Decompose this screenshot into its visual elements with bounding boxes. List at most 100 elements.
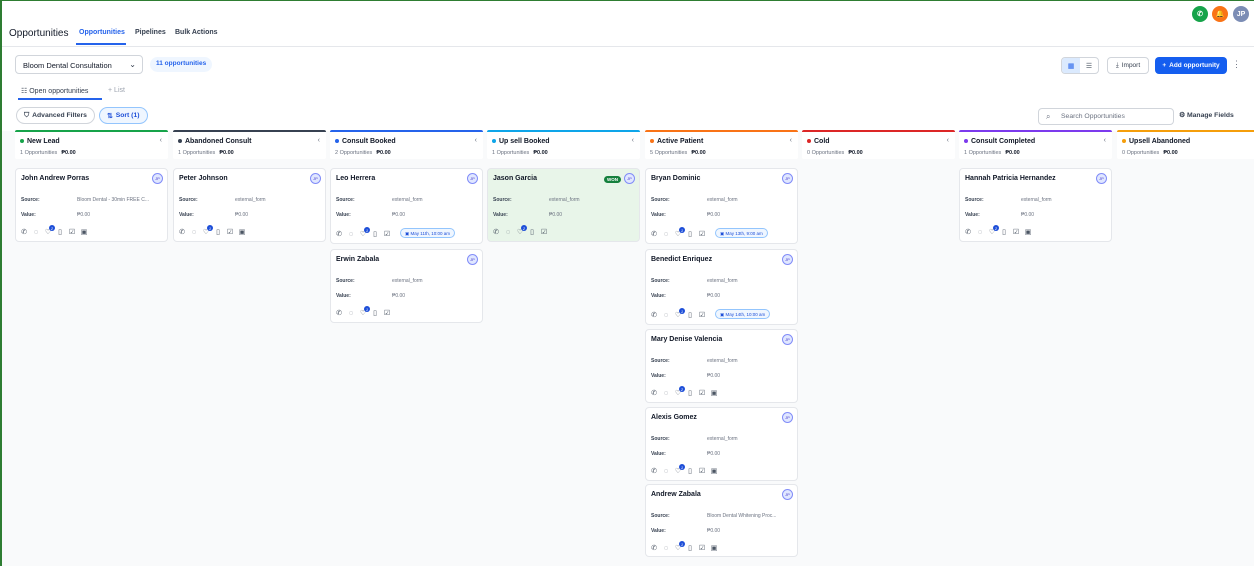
pipeline-select[interactable]: Bloom Dental Consultation ⌄ (15, 55, 143, 74)
tag-icon[interactable]: ♡ 2 (516, 225, 527, 236)
phone-icon[interactable]: ✆ (492, 228, 500, 236)
sort-button[interactable]: ⇅ Sort (1) (99, 107, 148, 124)
opportunity-card[interactable]: Alexis Gomez JP Source: external_form Va… (645, 407, 798, 481)
phone-icon[interactable]: ✆ (335, 309, 343, 317)
tag-icon[interactable]: ♡ 1 (359, 306, 370, 317)
more-options-icon[interactable]: ⋮ (1232, 59, 1241, 70)
calendar-icon[interactable]: ▣ (1024, 228, 1032, 236)
collapse-icon[interactable]: ‹ (632, 137, 634, 144)
calendar-icon[interactable]: ▣ (710, 389, 718, 397)
grid-view-icon[interactable]: ▦ (1062, 58, 1080, 73)
task-icon[interactable]: ☑ (226, 228, 234, 236)
phone-icon[interactable]: ✆ (650, 467, 658, 475)
document-icon[interactable]: ▯ (214, 228, 222, 236)
phone-icon[interactable]: ✆ (964, 228, 972, 236)
calendar-icon[interactable]: ▣ (238, 228, 246, 236)
list-view-icon[interactable]: ☰ (1080, 58, 1098, 73)
import-button[interactable]: ⤓ Import (1107, 57, 1149, 74)
phone-icon[interactable]: ✆ (650, 389, 658, 397)
chat-icon[interactable]: ◌ (347, 310, 355, 317)
document-icon[interactable]: ▯ (686, 389, 694, 397)
task-icon[interactable]: ☑ (698, 544, 706, 552)
phone-icon[interactable]: ✆ (335, 230, 343, 238)
opportunity-card[interactable]: Erwin Zabala JP Source: external_form Va… (330, 249, 483, 323)
collapse-icon[interactable]: ‹ (475, 137, 477, 144)
phone-icon[interactable]: ✆ (178, 228, 186, 236)
document-icon[interactable]: ▯ (686, 311, 694, 319)
document-icon[interactable]: ▯ (528, 228, 536, 236)
opportunity-card[interactable]: Hannah Patricia Hernandez JP Source: ext… (959, 168, 1112, 242)
opportunity-card[interactable]: Bryan Dominic JP Source: external_form V… (645, 168, 798, 244)
document-icon[interactable]: ▯ (686, 230, 694, 238)
document-icon[interactable]: ▯ (686, 544, 694, 552)
task-icon[interactable]: ☑ (383, 309, 391, 317)
tag-icon[interactable]: ♡ 1 (674, 308, 685, 319)
phone-icon[interactable]: ✆ (20, 228, 28, 236)
subtab-open-opportunities[interactable]: ☷ Open opportunities (21, 87, 88, 95)
subtab-add-list[interactable]: + List (108, 87, 125, 94)
appointment-pill[interactable]: ▣ May 14th, 10:00 am (715, 309, 771, 319)
chat-icon[interactable]: ◌ (662, 312, 670, 319)
chat-icon[interactable]: ◌ (976, 229, 984, 236)
chat-icon[interactable]: ◌ (347, 231, 355, 238)
calendar-icon[interactable]: ▣ (710, 544, 718, 552)
opportunity-card[interactable]: Mary Denise Valencia JP Source: external… (645, 329, 798, 403)
tag-icon[interactable]: ♡ 2 (674, 386, 685, 397)
document-icon[interactable]: ▯ (56, 228, 64, 236)
calendar-icon[interactable]: ▣ (80, 228, 88, 236)
chat-icon[interactable]: ◌ (662, 231, 670, 238)
tag-icon[interactable]: ♡ 1 (674, 541, 685, 552)
collapse-icon[interactable]: ‹ (947, 137, 949, 144)
phone-icon[interactable]: ✆ (650, 544, 658, 552)
opportunity-card[interactable]: John Andrew Porras JP Source: Bloom Dent… (15, 168, 168, 242)
opportunity-card[interactable]: Andrew Zabala JP Source: Bloom Dental Wh… (645, 484, 798, 557)
task-icon[interactable]: ☑ (698, 389, 706, 397)
search-input[interactable]: ⌕ Search Opportunities (1038, 108, 1174, 125)
chat-icon[interactable]: ◌ (32, 229, 40, 236)
task-icon[interactable]: ☑ (68, 228, 76, 236)
document-icon[interactable]: ▯ (1000, 228, 1008, 236)
appointment-pill[interactable]: ▣ May 11th, 10:00 am (400, 228, 455, 238)
chat-icon[interactable]: ◌ (504, 229, 512, 236)
phone-button[interactable]: ✆ (1192, 6, 1208, 22)
tag-icon[interactable]: ♡ 1 (202, 225, 213, 236)
document-icon[interactable]: ▯ (371, 230, 379, 238)
phone-icon[interactable]: ✆ (650, 311, 658, 319)
phone-icon[interactable]: ✆ (650, 230, 658, 238)
task-icon[interactable]: ☑ (1012, 228, 1020, 236)
document-icon[interactable]: ▯ (686, 467, 694, 475)
tag-icon[interactable]: ♡ 1 (674, 227, 685, 238)
advanced-filters-button[interactable]: ⛉ Advanced Filters (16, 107, 95, 124)
opportunity-card[interactable]: Benedict Enriquez JP Source: external_fo… (645, 249, 798, 325)
opportunity-card-won[interactable]: Jason Garcia WON JP Source: external_for… (487, 168, 640, 242)
document-icon[interactable]: ▯ (371, 309, 379, 317)
task-icon[interactable]: ☑ (698, 467, 706, 475)
chat-icon[interactable]: ◌ (662, 390, 670, 397)
tab-pipelines[interactable]: Pipelines (135, 29, 166, 36)
tab-bulk-actions[interactable]: Bulk Actions (175, 29, 218, 36)
tag-icon[interactable]: ♡ 2 (44, 225, 55, 236)
user-avatar[interactable]: JP (1233, 6, 1249, 22)
collapse-icon[interactable]: ‹ (318, 137, 320, 144)
task-icon[interactable]: ☑ (698, 230, 706, 238)
tag-icon[interactable]: ♡ 1 (359, 227, 370, 238)
task-icon[interactable]: ☑ (540, 228, 548, 236)
chat-icon[interactable]: ◌ (190, 229, 198, 236)
tag-icon[interactable]: ♡ 1 (674, 464, 685, 475)
manage-fields-button[interactable]: ⚙ Manage Fields (1179, 111, 1234, 119)
add-opportunity-button[interactable]: + Add opportunity (1155, 57, 1227, 74)
collapse-icon[interactable]: ‹ (160, 137, 162, 144)
calendar-icon[interactable]: ▣ (710, 467, 718, 475)
task-icon[interactable]: ☑ (383, 230, 391, 238)
appointment-pill[interactable]: ▣ May 13th, 9:00 am (715, 228, 768, 238)
task-icon[interactable]: ☑ (698, 311, 706, 319)
notifications-button[interactable]: 🔔 (1212, 6, 1228, 22)
tab-opportunities[interactable]: Opportunities (79, 29, 125, 36)
chat-icon[interactable]: ◌ (662, 545, 670, 552)
tag-icon[interactable]: ♡ 2 (988, 225, 999, 236)
collapse-icon[interactable]: ‹ (790, 137, 792, 144)
opportunity-card[interactable]: Leo Herrera JP Source: external_form Val… (330, 168, 483, 244)
chat-icon[interactable]: ◌ (662, 468, 670, 475)
collapse-icon[interactable]: ‹ (1104, 137, 1106, 144)
opportunity-card[interactable]: Peter Johnson JP Source: external_form V… (173, 168, 326, 242)
